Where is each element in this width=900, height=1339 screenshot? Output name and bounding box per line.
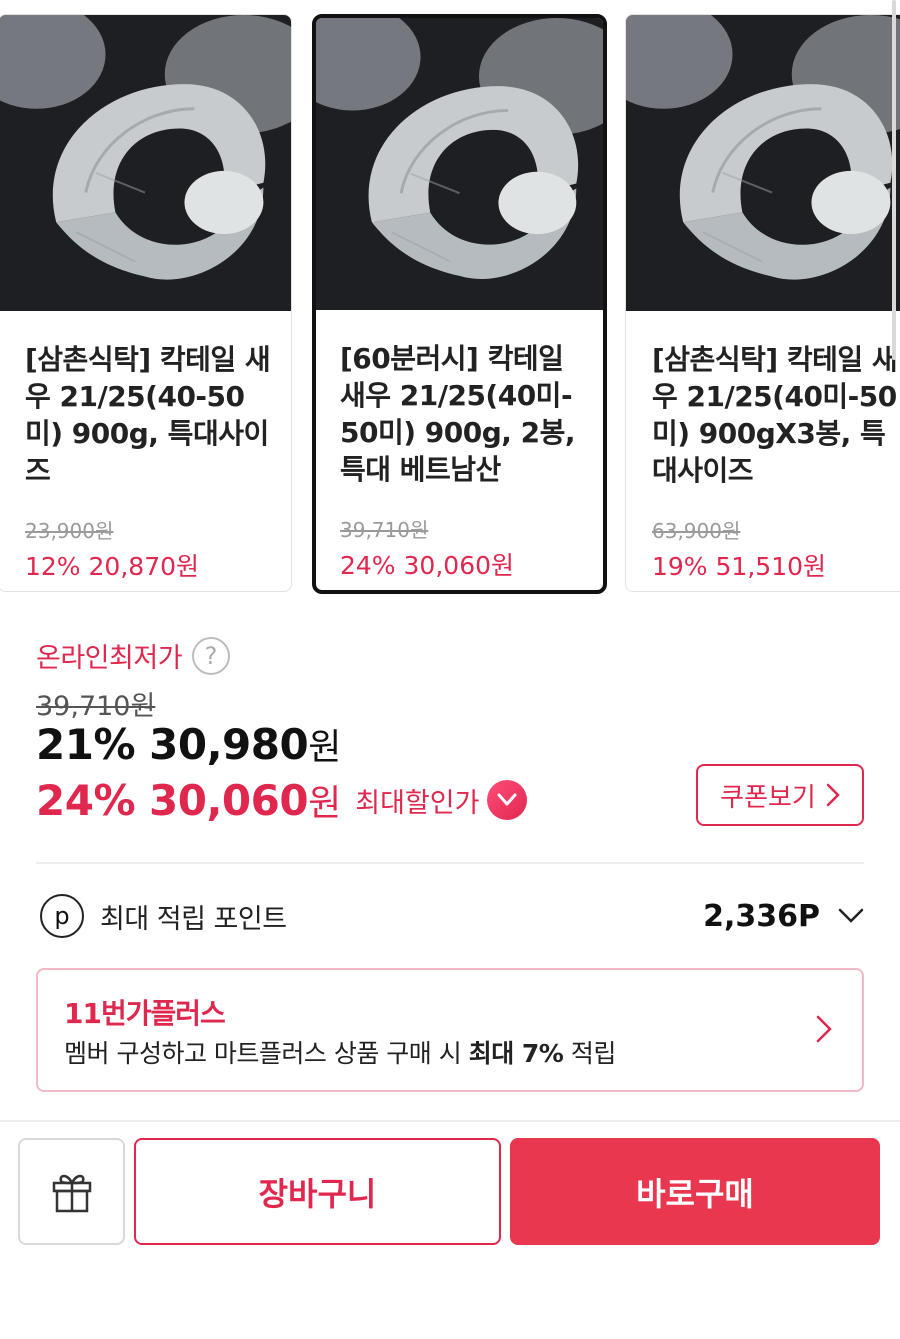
gift-button[interactable]: [18, 1138, 125, 1245]
membership-desc-prefix: 멤버 구성하고 마트플러스 상품 구매 시: [64, 1039, 462, 1068]
divider: [36, 862, 864, 864]
product-price: 51,510원: [715, 552, 827, 581]
product-image: [0, 15, 291, 311]
chevron-down-icon[interactable]: [838, 908, 864, 924]
lowest-price-label: 온라인최저가 ?: [36, 636, 231, 675]
product-sale-price: 19% 51,510원: [652, 547, 826, 583]
discount-percent: 21%: [36, 720, 136, 769]
coupon-button-label: 쿠폰보기: [720, 782, 816, 813]
question-icon[interactable]: ?: [192, 636, 231, 675]
points-value: 2,336P: [703, 898, 820, 934]
product-sale-price: 12% 20,870원: [25, 547, 199, 583]
product-title: [삼촌식탁] 칵테일 새우 21/25(40미-50미) 900gX3봉, 특대…: [652, 343, 898, 487]
divider: [0, 1120, 900, 1122]
coupon-view-button[interactable]: 쿠폰보기: [696, 764, 864, 826]
product-original-price: 23,900원: [25, 519, 114, 543]
product-card[interactable]: [삼촌식탁] 칵테일 새우 21/25(40미-50미) 900gX3봉, 특대…: [625, 14, 900, 592]
max-price-amount: 30,060: [149, 775, 309, 825]
chevron-right-icon: [816, 1015, 832, 1043]
membership-brand: 11번가플러스: [64, 997, 226, 1030]
product-price: 30,060원: [403, 551, 515, 580]
product-card-selected[interactable]: [60분러시] 칵테일 새우 21/25(40미-50미) 900g, 2봉, …: [312, 14, 607, 594]
product-title: [60분러시] 칵테일 새우 21/25(40미-50미) 900g, 2봉, …: [340, 342, 576, 486]
product-card[interactable]: [삼촌식탁] 칵테일 새우 21/25(40-50미) 900g, 특대사이즈 …: [0, 14, 292, 592]
points-label: 최대 적립 포인트: [100, 903, 287, 935]
membership-banner[interactable]: 11번가플러스 멤버 구성하고 마트플러스 상품 구매 시 최대 7% 적립: [36, 968, 864, 1092]
price-amount: 30,980: [149, 720, 309, 769]
product-original-price: 39,710원: [340, 518, 429, 542]
gift-icon: [52, 1174, 91, 1212]
product-discount: 24%: [340, 551, 396, 580]
chevron-right-icon: [826, 783, 840, 807]
currency-unit: 원: [308, 783, 342, 824]
product-discount: 19%: [652, 552, 708, 581]
membership-desc-suffix: 적립: [570, 1039, 617, 1068]
max-discount-percent: 24%: [36, 775, 136, 825]
membership-description: 멤버 구성하고 마트플러스 상품 구매 시 최대 7% 적립: [64, 1034, 616, 1070]
max-discount-label: 최대할인가: [355, 787, 480, 819]
scrollbar[interactable]: [892, 0, 896, 360]
lowest-price-text: 온라인최저가: [36, 643, 183, 674]
p-circle-icon: p: [40, 894, 84, 938]
related-products-carousel[interactable]: [삼촌식탁] 칵테일 새우 21/25(40-50미) 900g, 특대사이즈 …: [0, 0, 900, 600]
product-discount: 12%: [25, 552, 81, 581]
product-title: [삼촌식탁] 칵테일 새우 21/25(40-50미) 900g, 특대사이즈: [25, 343, 271, 487]
max-points-row[interactable]: p 최대 적립 포인트 2,336P: [36, 892, 864, 940]
max-discount-price: 24% 30,060 원 최대할인가: [36, 774, 528, 826]
product-original-price: 63,900원: [652, 519, 741, 543]
product-price: 20,870원: [88, 552, 200, 581]
product-sale-price: 24% 30,060원: [340, 546, 514, 582]
buy-now-button[interactable]: 바로구매: [510, 1138, 880, 1245]
product-image: [626, 15, 900, 311]
current-price: 21% 30,980원: [36, 718, 341, 770]
add-to-cart-button[interactable]: 장바구니: [134, 1138, 501, 1245]
check-circle-icon[interactable]: [487, 780, 528, 820]
product-image: [316, 18, 603, 310]
currency-unit: 원: [308, 727, 341, 768]
membership-desc-bold: 최대 7%: [468, 1039, 564, 1068]
